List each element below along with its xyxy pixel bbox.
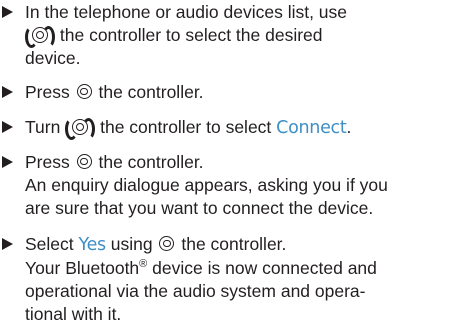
triangle-bullet-icon — [2, 86, 13, 98]
triangle-bullet-icon — [2, 238, 13, 250]
registered-mark: ® — [139, 258, 148, 270]
step-5-using: using — [110, 234, 153, 254]
step-5-result-line-1a: Your Bluetooth — [25, 258, 140, 278]
step-1-line-1: In the telephone or audio devices list, … — [25, 2, 348, 22]
step-5-result-line-2: operational via the audio system and ope… — [25, 281, 366, 301]
triangle-bullet-icon — [2, 6, 13, 18]
turn-controller-icon — [65, 118, 96, 140]
connect-menu-item: Connect — [276, 118, 347, 138]
yes-menu-item: Yes — [78, 235, 107, 255]
step-4-verb: Press — [25, 152, 70, 172]
triangle-bullet-icon — [2, 156, 13, 168]
step-4-text: the controller. — [98, 152, 204, 172]
step-3-end: . — [346, 117, 352, 137]
step-4-result-line-2: are sure that you want to connect the de… — [25, 198, 374, 218]
press-controller-icon — [76, 154, 92, 169]
step-1-line-2: the controller to select the desired — [59, 25, 323, 45]
step-5-result-line-1b: device is now connected and — [152, 258, 377, 278]
step-2-text: the controller. — [98, 82, 204, 102]
step-5-verb: Select — [25, 234, 74, 254]
step-5-text: the controller. — [181, 234, 287, 254]
turn-controller-icon — [25, 26, 55, 48]
press-controller-icon — [76, 84, 92, 99]
step-5-result-line-3: tional with it. — [25, 304, 122, 324]
step-3-text: the controller to select — [100, 117, 272, 137]
step-4-result-line-1: An enquiry dialogue appears, asking you … — [25, 175, 388, 195]
triangle-bullet-icon — [2, 121, 13, 133]
press-controller-icon — [159, 236, 175, 251]
step-1-line-3: device. — [25, 48, 81, 68]
step-3-verb: Turn — [25, 117, 61, 137]
step-2-verb: Press — [25, 82, 70, 102]
